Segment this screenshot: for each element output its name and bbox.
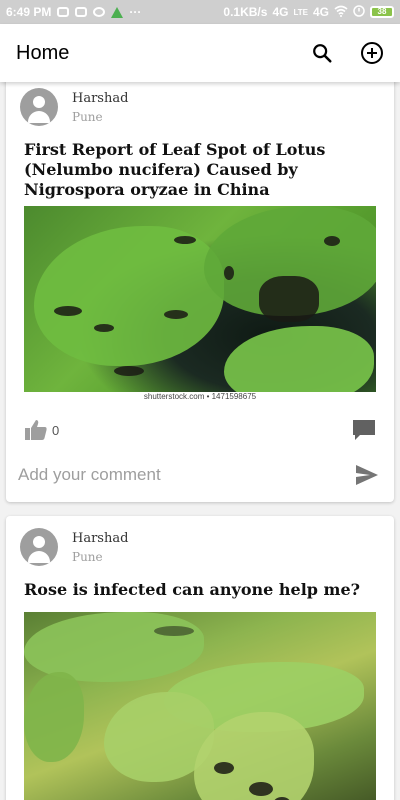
post-image[interactable] (24, 206, 376, 392)
post-actions: 0 (24, 416, 376, 444)
page-title: Home (16, 41, 70, 64)
add-circle-icon[interactable] (360, 41, 384, 65)
post-card: Harshad Pune First Report of Leaf Spot o… (6, 82, 394, 502)
status-time: 6:49 PM (6, 5, 52, 19)
avatar[interactable] (20, 528, 58, 566)
post-author[interactable]: Harshad (72, 531, 128, 546)
post-title[interactable]: First Report of Leaf Spot of Lotus (Nelu… (24, 140, 376, 200)
avatar[interactable] (20, 88, 58, 126)
alarm-icon (353, 4, 365, 20)
app-bar: Home (0, 24, 400, 82)
signal-1: 4G (272, 5, 289, 19)
post-image[interactable] (24, 612, 376, 800)
voicemail-icon (57, 7, 70, 17)
post-author[interactable]: Harshad (72, 91, 128, 106)
search-icon[interactable] (310, 41, 334, 65)
feed[interactable]: Harshad Pune First Report of Leaf Spot o… (0, 82, 400, 800)
post-card: Harshad Pune Rose is infected can anyone… (6, 516, 394, 800)
more-icon: ··· (129, 5, 142, 19)
like-count: 0 (52, 422, 60, 438)
comment-icon[interactable] (352, 418, 376, 442)
post-location: Pune (72, 109, 103, 124)
status-bar: 6:49 PM ··· 0.1KB/s 4G LTE 4G 38 (0, 0, 400, 24)
comment-row (18, 458, 380, 492)
post-location: Pune (72, 549, 103, 564)
drive-icon (111, 6, 124, 18)
network-speed: 0.1KB/s (223, 5, 268, 19)
wifi-icon (334, 5, 348, 20)
post-header: Harshad Pune (20, 522, 128, 572)
comment-input[interactable] (18, 465, 354, 485)
thumbs-up-icon[interactable] (24, 418, 48, 442)
post-title[interactable]: Rose is infected can anyone help me? (24, 580, 376, 600)
message-icon (75, 7, 88, 17)
post-header: Harshad Pune (20, 82, 128, 132)
send-icon[interactable] (354, 462, 380, 488)
image-caption: shutterstock.com • 1471598675 (24, 392, 376, 404)
signal-2: 4G (312, 5, 329, 19)
whatsapp-icon (93, 7, 106, 17)
lte-label: LTE (293, 7, 308, 17)
battery-icon: 38 (370, 6, 394, 18)
